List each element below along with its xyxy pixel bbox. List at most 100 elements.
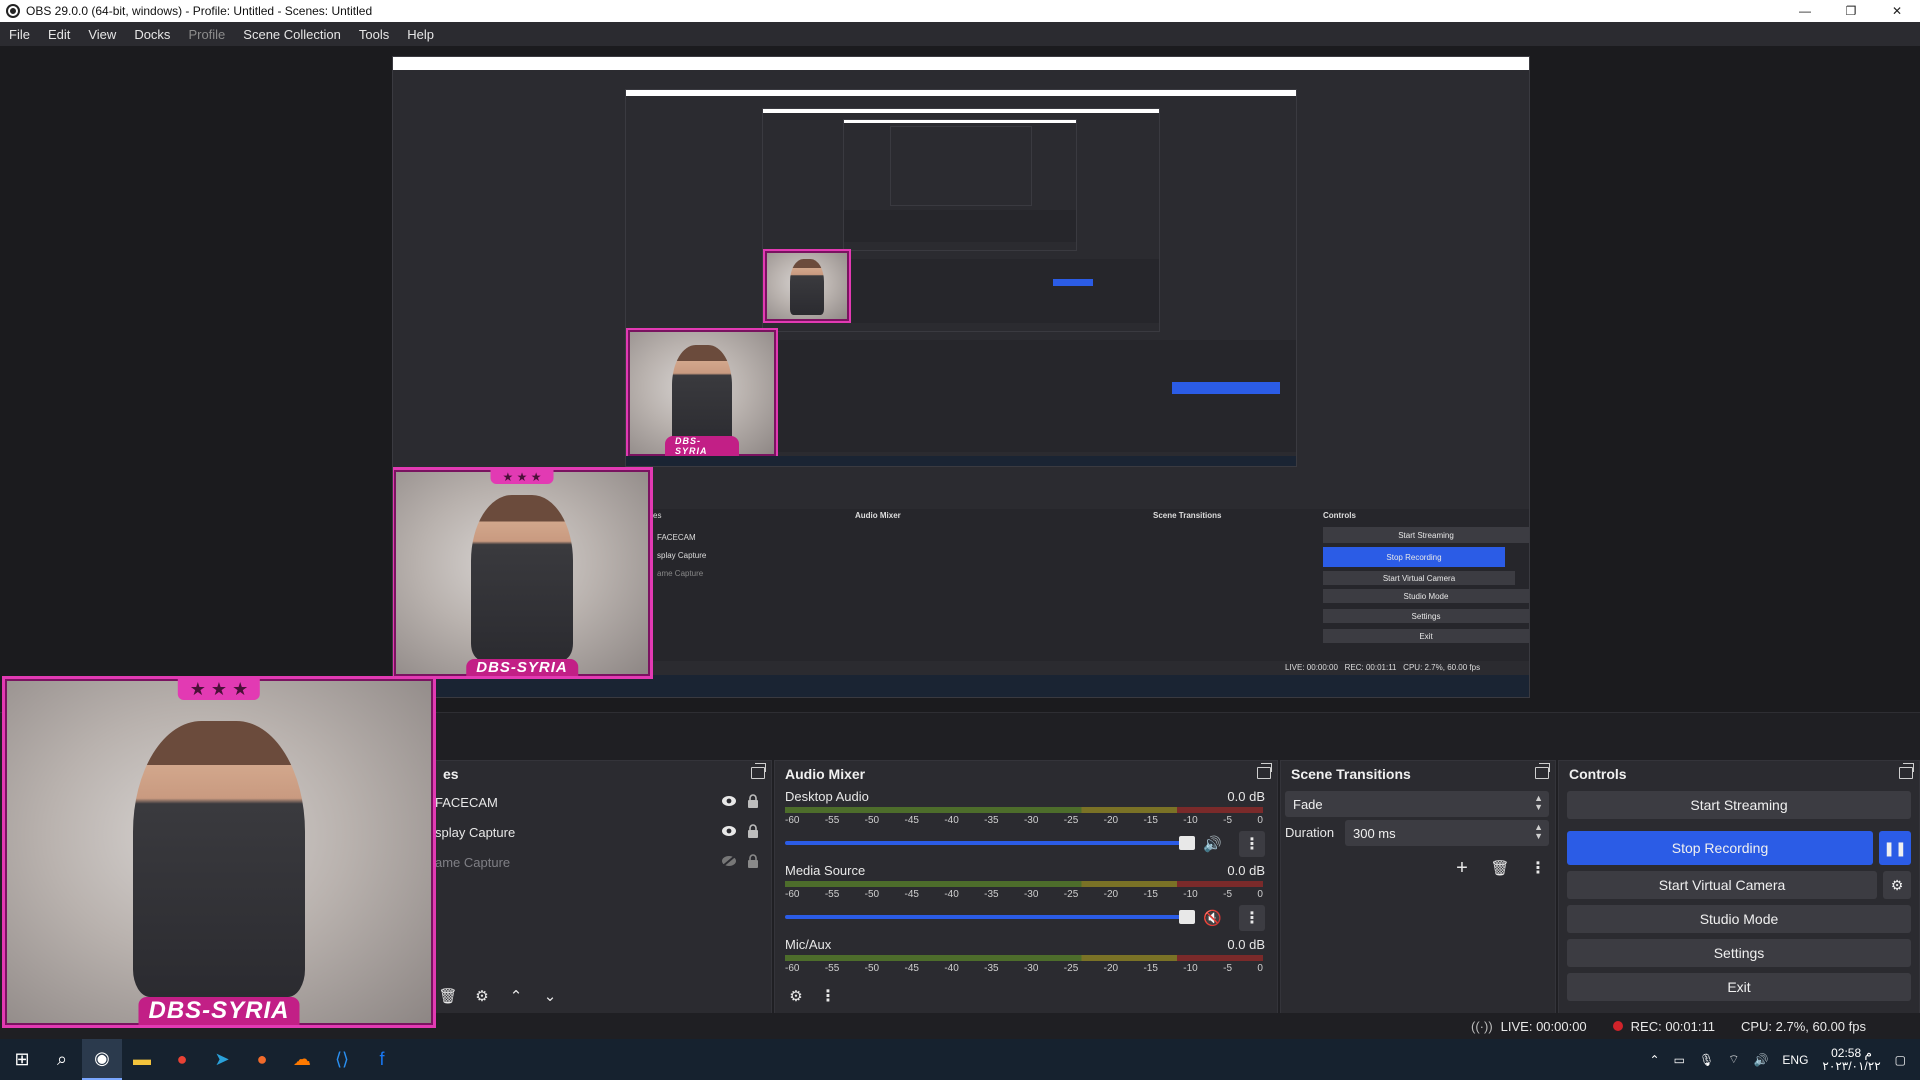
transition-menu-kebab-icon[interactable]: ⋮: [1525, 855, 1551, 881]
obs-taskbar-icon[interactable]: ◉: [82, 1039, 122, 1080]
lock-icon[interactable]: [747, 794, 759, 808]
brave-icon[interactable]: ●: [242, 1039, 282, 1080]
menu-view[interactable]: View: [79, 27, 125, 42]
window-title: OBS 29.0.0 (64-bit, windows) - Profile: …: [26, 4, 373, 18]
fader-handle[interactable]: [1179, 910, 1195, 924]
pause-recording-icon[interactable]: ❚❚: [1879, 831, 1911, 865]
fader-handle[interactable]: [1179, 836, 1195, 850]
nested-source-3: ame Capture: [657, 569, 704, 578]
nested-start-virtual-camera: Start Virtual Camera: [1323, 571, 1515, 585]
mixer-channel: Desktop Audio 0.0 dB -60 -55 -50 -45 -40 -35 -30…: [775, 787, 1277, 861]
stop-recording-button[interactable]: Stop Recording: [1567, 831, 1873, 865]
menu-tools[interactable]: Tools: [350, 27, 398, 42]
microphone-icon[interactable]: 🎙: [1699, 1053, 1714, 1067]
volume-fader[interactable]: [785, 910, 1195, 924]
settings-button[interactable]: Settings: [1567, 939, 1911, 967]
meter-tick-label: -40: [944, 963, 959, 974]
move-up-chevron-icon[interactable]: ⌃: [503, 983, 529, 1009]
nested-stop-recording: Stop Recording: [1323, 547, 1505, 567]
start-virtual-camera-button[interactable]: Start Virtual Camera: [1567, 871, 1877, 899]
close-button[interactable]: ✕: [1874, 0, 1920, 22]
menu-docks[interactable]: Docks: [125, 27, 179, 42]
start-streaming-button[interactable]: Start Streaming: [1567, 791, 1911, 819]
source-item-game-capture[interactable]: ame Capture: [433, 847, 771, 877]
meter-tick-label: -60: [785, 889, 800, 900]
channel-menu-kebab-icon[interactable]: ⋮: [1239, 831, 1265, 857]
lock-icon[interactable]: [747, 824, 759, 838]
recording-dot-icon: [1612, 1021, 1623, 1031]
meter-tick-label: -5: [1223, 963, 1233, 974]
meter-tick-label: -35: [984, 815, 999, 826]
speaker-icon[interactable]: 🔊: [1203, 835, 1222, 853]
undock-icon[interactable]: [1535, 763, 1550, 779]
select-arrows-icon: ▲ ▼: [1534, 793, 1543, 812]
channel-name: Media Source: [785, 863, 866, 878]
exit-button[interactable]: Exit: [1567, 973, 1911, 1001]
source-item-facecam[interactable]: FACECAM: [433, 787, 771, 817]
studio-mode-button[interactable]: Studio Mode: [1567, 905, 1911, 933]
visibility-hidden-eye-icon[interactable]: [721, 855, 737, 867]
chrome-icon[interactable]: ●: [162, 1039, 202, 1080]
network-icon[interactable]: ▭: [1674, 1053, 1685, 1067]
transition-select[interactable]: Fade ▲ ▼: [1285, 791, 1549, 817]
preview-canvas[interactable]: DBS-SYRIA es Audio Mixer Scene Transitio…: [0, 46, 1920, 1028]
move-down-chevron-icon[interactable]: ⌄: [537, 983, 563, 1009]
notifications-icon[interactable]: ▢: [1895, 1053, 1906, 1067]
source-properties-gear-icon[interactable]: ⚙: [469, 983, 495, 1009]
restore-button[interactable]: ❐: [1828, 0, 1874, 22]
volume-meter: [785, 807, 1263, 813]
advanced-audio-gear-icon[interactable]: ⚙: [783, 983, 809, 1009]
nested-transitions-title: Scene Transitions: [1153, 511, 1222, 520]
volume-fader[interactable]: [785, 836, 1195, 850]
mixer-menu-kebab-icon[interactable]: ⋮: [815, 983, 841, 1009]
minimize-button[interactable]: —: [1782, 0, 1828, 22]
menu-bar: File Edit View Docks Profile Scene Colle…: [0, 22, 1920, 46]
controls-title: Controls: [1569, 766, 1627, 782]
menu-help[interactable]: Help: [398, 27, 443, 42]
remove-source-trash-icon[interactable]: 🗑: [435, 983, 461, 1009]
vscode-icon[interactable]: ⟨⟩: [322, 1039, 362, 1080]
add-transition-plus-icon[interactable]: +: [1449, 855, 1475, 881]
speaker-muted-icon[interactable]: 🔇: [1203, 909, 1222, 927]
channel-menu-kebab-icon[interactable]: ⋮: [1239, 905, 1265, 931]
meter-tick-label: -20: [1103, 889, 1119, 900]
clock[interactable]: 02:58 م ٢٠٢٣/٠١/٢٢: [1822, 1046, 1880, 1073]
chevron-up-icon[interactable]: ⌃: [1650, 1053, 1660, 1067]
search-icon[interactable]: ⌕: [42, 1039, 82, 1080]
nested-controls-title: Controls: [1323, 511, 1356, 520]
meter-ticks: -60 -55 -50 -45 -40 -35 -30 -25 -20 -15 -10 -5 0: [785, 963, 1263, 977]
meter-tick-label: -40: [944, 889, 959, 900]
menu-scene-collection[interactable]: Scene Collection: [234, 27, 350, 42]
source-item-display-capture[interactable]: splay Capture: [433, 817, 771, 847]
wifi-icon[interactable]: ⌔: [1728, 1052, 1739, 1067]
rec-timer: REC: 00:01:11: [1630, 1018, 1715, 1034]
nested-facecam-4: [763, 249, 851, 323]
soundcloud-icon[interactable]: ☁: [282, 1039, 322, 1080]
file-explorer-icon[interactable]: ▬: [122, 1039, 162, 1080]
meter-tick-label: -45: [904, 889, 919, 900]
menu-edit[interactable]: Edit: [39, 27, 79, 42]
menu-profile[interactable]: Profile: [179, 27, 234, 42]
virtual-camera-settings-gear-icon[interactable]: ⚙: [1883, 871, 1911, 899]
facebook-icon[interactable]: f: [362, 1039, 402, 1080]
duration-spinbox[interactable]: 300 ms ▲ ▼: [1345, 820, 1549, 846]
transition-value: Fade: [1293, 796, 1323, 812]
menu-file[interactable]: File: [0, 27, 39, 42]
undock-icon[interactable]: [751, 763, 766, 779]
meter-tick-label: -5: [1223, 889, 1233, 900]
audio-mixer-dock: Audio Mixer Desktop Audio 0.0 dB -60 -55 -50…: [774, 760, 1278, 1015]
volume-icon[interactable]: 🔊: [1753, 1053, 1768, 1067]
undock-icon[interactable]: [1257, 763, 1272, 779]
visibility-eye-icon[interactable]: [721, 795, 737, 807]
controls-dock: Controls Start Streaming Stop Recording …: [1558, 760, 1920, 1015]
language-indicator[interactable]: ENG: [1782, 1053, 1808, 1067]
undock-icon[interactable]: [1899, 763, 1914, 779]
telegram-icon[interactable]: ➤: [202, 1039, 242, 1080]
nested-status-rec: REC: 00:01:11: [1344, 663, 1397, 672]
visibility-eye-icon[interactable]: [721, 825, 737, 837]
remove-transition-trash-icon[interactable]: 🗑: [1487, 855, 1513, 881]
windows-start-icon[interactable]: ⊞: [2, 1039, 42, 1080]
lock-icon[interactable]: [747, 854, 759, 868]
sources-dock-header: es: [433, 761, 771, 787]
meter-tick-label: -20: [1103, 963, 1119, 974]
